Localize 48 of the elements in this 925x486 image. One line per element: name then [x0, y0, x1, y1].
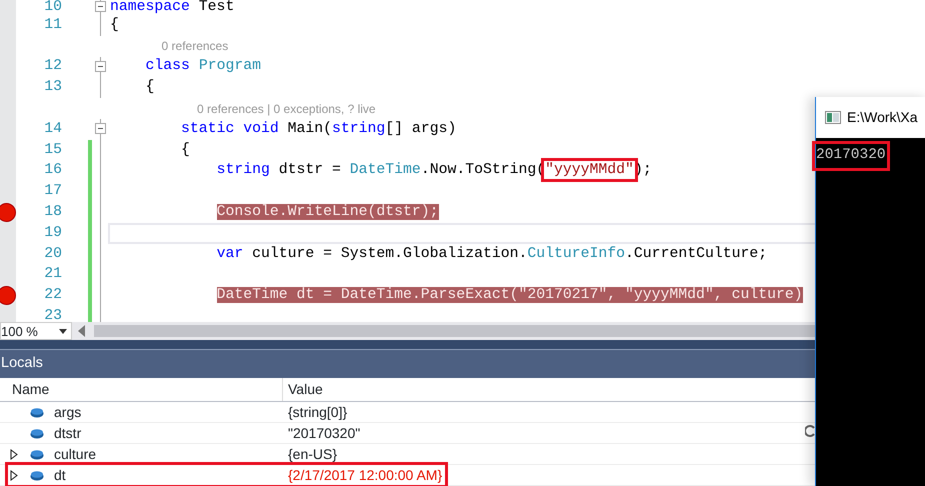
code-line: {: [110, 16, 119, 33]
variable-icon: [30, 428, 44, 438]
variable-value: {2/17/2017 12:00:00 AM}: [287, 466, 442, 485]
line-number: 17: [43, 184, 63, 200]
line-number: 16: [43, 163, 63, 178]
line-number: 18: [43, 205, 63, 220]
breakpoint-margin[interactable]: [0, 0, 16, 322]
line-number: 12: [43, 59, 63, 74]
variable-icon: [30, 448, 44, 460]
line-number: 13: [43, 80, 63, 96]
code-line: var culture = System.Globalization.CultureInfo.CurrentCulture;: [216, 246, 768, 262]
window-title: E:\Work\Xa: [847, 108, 918, 127]
variable-value: "20170320": [287, 424, 360, 442]
code-line: class Program: [146, 58, 261, 74]
variable-icon: [30, 470, 44, 480]
caret-icon: [59, 328, 67, 334]
panel-title: Locals: [0, 350, 815, 378]
column-header[interactable]: Name: [0, 378, 283, 401]
horizontal-scrollbar[interactable]: [94, 325, 815, 337]
line-number: 14: [43, 122, 63, 137]
variable-value: {string[0]}: [287, 402, 348, 422]
variable-name: dt: [54, 466, 66, 484]
line-number: 10: [43, 0, 63, 15]
console-output: 20170320: [812, 141, 890, 171]
code-line: {: [181, 142, 190, 158]
code-line: string dtstr = DateTime.Now.ToString(: [216, 162, 546, 178]
code-line: {: [146, 79, 154, 96]
line-number: 23: [43, 309, 63, 322]
variable-value: {en-US}: [287, 444, 338, 464]
line-number: 21: [43, 267, 63, 282]
variable-name: args: [54, 402, 82, 422]
line-number: 22: [43, 288, 63, 304]
zoom-combo[interactable]: 100 %: [0, 322, 72, 340]
collapse-icon[interactable]: [95, 122, 106, 134]
variable-icon: [30, 406, 44, 418]
collapse-icon[interactable]: [95, 60, 106, 72]
variable-name: dtstr: [54, 424, 82, 442]
line-number: 11: [43, 18, 63, 33]
collapse-icon[interactable]: [95, 1, 106, 12]
code-line: static void Main(string[] args): [181, 120, 456, 137]
refresh-icon[interactable]: [805, 425, 815, 437]
line-number: 15: [43, 142, 63, 158]
line-number: 20: [43, 246, 63, 262]
variable-name: culture: [54, 444, 96, 464]
code-line: namespace Test: [110, 0, 234, 15]
line-number: 19: [43, 226, 63, 241]
console-app-icon: [825, 111, 841, 124]
column-header[interactable]: Value: [283, 379, 323, 400]
